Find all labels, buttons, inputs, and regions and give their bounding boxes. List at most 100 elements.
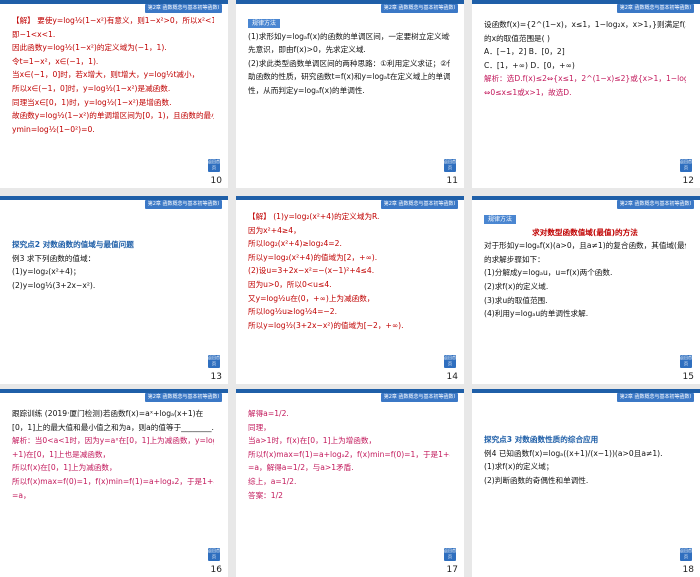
text-line: 例4 已知函数f(x)=logₐ((x+1)/(x−1))(a>0且a≠1). — [484, 448, 663, 458]
text-line: (2)y=log½(3+2x−x²). — [12, 280, 96, 290]
slide-16[interactable]: 第2章 函数概念与基本初等函数Ⅰ 跟踪训练 (2019·厦门检测)若函数f(x)… — [0, 389, 228, 577]
back-button[interactable]: 返回首页 — [208, 548, 220, 561]
slide-content: 【解】 (1)y=log₂(x²+4)的定义域为R. 因为x²+4≥4， 所以l… — [248, 210, 450, 332]
text-line: 设函数f(x)={2^(1−x)，x≤1，1−log₂x，x>1，}则满足f(x… — [484, 20, 686, 29]
slide-content: 探究点3 对数函数性质的综合应用 例4 已知函数f(x)=logₐ((x+1)/… — [484, 433, 686, 487]
back-button[interactable]: 返回首页 — [680, 159, 692, 172]
slide-content: 解得a=1/2. 同理， 当a>1时，f(x)在[0，1]上为增函数， 所以f(… — [248, 407, 450, 502]
text-line: =a，解得a=1/2，与a>1矛盾. — [248, 463, 354, 473]
slide-header-label: 第2章 函数概念与基本初等函数Ⅰ — [380, 200, 458, 209]
slide-number: 10 — [210, 176, 222, 186]
text-line: A．[−1，2] B．[0，2] — [484, 47, 565, 57]
text-line: 跟踪训练 (2019·厦门检测)若函数f(x)=aˣ+logₐ(x+1)在 — [12, 409, 204, 418]
text-line: (2)求f(x)的定义域. — [484, 281, 549, 291]
slide-17[interactable]: 第2章 函数概念与基本初等函数Ⅰ 解得a=1/2. 同理， 当a>1时，f(x)… — [236, 389, 464, 577]
slide-content: 规律方法 (1)求形如y=logₐf(x)的函数的单调区间，一定要树立定义域优 … — [248, 16, 450, 98]
text-line: 当a>1时，f(x)在[0，1]上为增函数， — [248, 436, 377, 446]
text-line: 因此函数y=log½(1−x²)的定义域为(−1，1). — [12, 43, 167, 53]
back-button[interactable]: 返回首页 — [208, 355, 220, 368]
text-line: =a， — [12, 490, 31, 500]
section-heading: 求对数型函数值域(最值)的方法 — [532, 227, 638, 237]
slide-number: 14 — [446, 372, 458, 382]
slide-content: 规律方法 求对数型函数值域(最值)的方法 对于形如y=logₐf(x)(a>0，… — [484, 212, 686, 321]
text-line: 故函数y=log½(1−x²)的单调增区间为[0，1)，且函数的最小值 — [12, 111, 214, 121]
section-tag: 规律方法 — [484, 215, 517, 224]
text-line: 【解】 (1)y=log₂(x²+4)的定义域为R. — [248, 212, 380, 221]
text-line: 所以x∈(−1，0]时，y=log½(1−x²)是减函数. — [12, 83, 171, 93]
slide-12[interactable]: 第2章 函数概念与基本初等函数Ⅰ 设函数f(x)={2^(1−x)，x≤1，1−… — [472, 0, 700, 188]
text-line: 性，从而判定y=logₐf(x)的单调性. — [248, 85, 365, 95]
slide-number: 13 — [210, 372, 222, 382]
slide-number: 15 — [682, 372, 694, 382]
text-line: (1)y=log₂(x²+4)； — [12, 267, 81, 277]
slide-number: 17 — [446, 565, 458, 575]
back-button[interactable]: 返回首页 — [444, 355, 456, 368]
back-button[interactable]: 返回首页 — [444, 548, 456, 561]
text-line: (1)求形如y=logₐf(x)的函数的单调区间，一定要树立定义域优 — [248, 31, 450, 41]
slide-header-label: 第2章 函数概念与基本初等函数Ⅰ — [616, 393, 694, 402]
text-line: 因为x²+4≥4， — [248, 225, 301, 235]
text-line: 解析：当0<a<1时，因为y=aˣ在[0，1]上为减函数，y=logₐ(x — [12, 436, 214, 446]
slide-header-label: 第2章 函数概念与基本初等函数Ⅰ — [144, 4, 222, 13]
text-line: 所以f(x)max=f(1)=a+logₐ2，f(x)min=f(0)=1，于是… — [248, 449, 450, 459]
text-line: (2)设u=3+2x−x²=−(x−1)²+4≤4. — [248, 266, 375, 276]
text-line: 令t=1−x²，x∈(−1，1). — [12, 56, 99, 66]
slide-header-label: 第2章 函数概念与基本初等函数Ⅰ — [144, 200, 222, 209]
back-button[interactable]: 返回首页 — [208, 159, 220, 172]
text-line: (2)判断函数的奇偶性和单调性. — [484, 475, 589, 485]
text-line: 当x∈(−1，0]时，若x增大，则t增大，y=log½t减小， — [12, 70, 200, 80]
text-line: 解得a=1/2. — [248, 409, 289, 418]
section-tag: 规律方法 — [248, 19, 281, 28]
text-line: 所以y=log½(3+2x−x²)的值域为[−2，+∞). — [248, 320, 404, 330]
slide-18[interactable]: 第2章 函数概念与基本初等函数Ⅰ 探究点3 对数函数性质的综合应用 例4 已知函… — [472, 389, 700, 577]
text-line: 解析：选D.f(x)≤2⇔{x≤1，2^(1−x)≤2}或{x>1，1−log₂… — [484, 74, 686, 84]
text-line: 又y=log½u在(0，+∞)上为减函数， — [248, 293, 375, 303]
text-line: 【解】 要使y=log½(1−x²)有意义，则1−x²>0，所以x²<1， — [12, 16, 214, 25]
back-button[interactable]: 返回首页 — [680, 355, 692, 368]
text-line: 助函数的性质，研究函数t=f(x)和y=logₐt在定义域上的单调 — [248, 72, 450, 82]
text-line: 所以y=log₂(x²+4)的值域为[2，+∞). — [248, 252, 378, 262]
slide-header-label: 第2章 函数概念与基本初等函数Ⅰ — [380, 393, 458, 402]
slide-11[interactable]: 第2章 函数概念与基本初等函数Ⅰ 规律方法 (1)求形如y=logₐf(x)的函… — [236, 0, 464, 188]
slide-header-label: 第2章 函数概念与基本初等函数Ⅰ — [616, 4, 694, 13]
text-line: 同理， — [248, 422, 271, 432]
text-line: [0，1]上的最大值和最小值之和为a，则a的值等于________. — [12, 422, 214, 432]
text-line: 的x的取值范围是( ) — [484, 33, 550, 43]
slide-content: 跟踪训练 (2019·厦门检测)若函数f(x)=aˣ+logₐ(x+1)在 [0… — [12, 407, 214, 502]
slide-content: 设函数f(x)={2^(1−x)，x≤1，1−log₂x，x>1，}则满足f(x… — [484, 18, 686, 100]
slide-14[interactable]: 第2章 函数概念与基本初等函数Ⅰ 【解】 (1)y=log₂(x²+4)的定义域… — [236, 196, 464, 384]
text-line: 的求解步骤如下： — [484, 254, 545, 264]
slide-10[interactable]: 第2章 函数概念与基本初等函数Ⅰ 【解】 要使y=log½(1−x²)有意义，则… — [0, 0, 228, 188]
text-line: 答案：1/2 — [248, 490, 284, 500]
slide-number: 18 — [682, 565, 694, 575]
slide-15[interactable]: 第2章 函数概念与基本初等函数Ⅰ 规律方法 求对数型函数值域(最值)的方法 对于… — [472, 196, 700, 384]
slide-header-label: 第2章 函数概念与基本初等函数Ⅰ — [380, 4, 458, 13]
text-line: 同理当x∈[0，1)时，y=log½(1−x²)是增函数. — [12, 97, 172, 107]
text-line: (1)求f(x)的定义域； — [484, 462, 554, 472]
slide-13[interactable]: 第2章 函数概念与基本初等函数Ⅰ 探究点2 对数函数的值域与最值问题 例3 求下… — [0, 196, 228, 384]
text-line: 因为u>0，所以0<u≤4. — [248, 279, 332, 289]
slide-number: 12 — [682, 176, 694, 186]
text-line: ymin=log½(1−0²)=0. — [12, 124, 95, 134]
text-line: 先意识，即由f(x)>0，先求定义域. — [248, 45, 366, 55]
text-line: (4)利用y=logₐu的单调性求解. — [484, 309, 589, 319]
slide-grid: 第2章 函数概念与基本初等函数Ⅰ 【解】 要使y=log½(1−x²)有意义，则… — [0, 0, 700, 577]
text-line: +1)在[0，1]上也是减函数， — [12, 449, 111, 459]
slide-content: 【解】 要使y=log½(1−x²)有意义，则1−x²>0，所以x²<1， 即−… — [12, 14, 214, 136]
text-line: 对于形如y=logₐf(x)(a>0，且a≠1)的复合函数，其值域(最值) — [484, 241, 686, 251]
text-line: 所以f(x)在[0，1]上为减函数， — [12, 463, 117, 473]
slide-number: 11 — [446, 176, 458, 186]
text-line: 所以log₂(x²+4)≥log₂4=2. — [248, 239, 342, 249]
text-line: 综上，a=1/2. — [248, 476, 297, 486]
back-button[interactable]: 返回首页 — [680, 548, 692, 561]
text-line: ⇔0≤x≤1或x>1，故选D. — [484, 87, 572, 97]
slide-header-label: 第2章 函数概念与基本初等函数Ⅰ — [144, 393, 222, 402]
back-button[interactable]: 返回首页 — [444, 159, 456, 172]
slide-header-label: 第2章 函数概念与基本初等函数Ⅰ — [616, 200, 694, 209]
text-line: (3)求u的取值范围. — [484, 295, 548, 305]
text-line: 所以log½u≥log½4=−2. — [248, 307, 338, 317]
text-line: C．[1，+∞) D．[0，+∞) — [484, 60, 575, 70]
slide-number: 16 — [210, 565, 222, 575]
text-line: (1)分解成y=logₐu，u=f(x)两个函数. — [484, 268, 613, 278]
slide-content: 探究点2 对数函数的值域与最值问题 例3 求下列函数的值域： (1)y=log₂… — [12, 238, 214, 292]
